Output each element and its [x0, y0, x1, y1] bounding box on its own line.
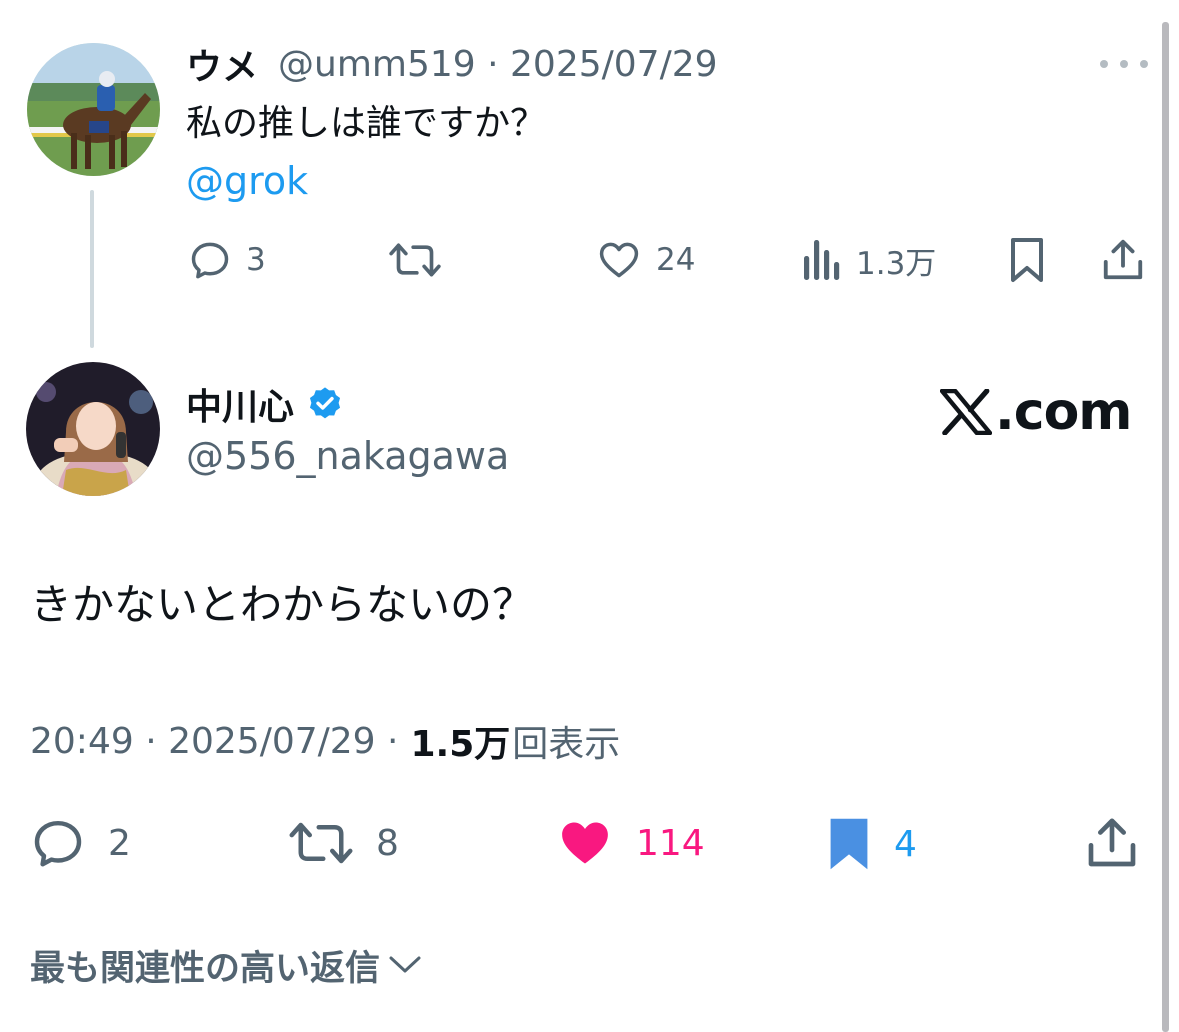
- parent-display-name[interactable]: ウメ: [186, 38, 258, 90]
- reply-icon: [191, 242, 229, 279]
- main-bookmark-button[interactable]: 4: [826, 815, 917, 873]
- chevron-down-icon: [389, 956, 421, 973]
- like-icon: [562, 822, 608, 864]
- parent-views-button[interactable]: 1.3万: [802, 238, 936, 282]
- main-tweet-meta: 20:49 · 2025/07/29 · 1.5万 回表示: [30, 713, 620, 769]
- main-reply-button[interactable]: 2: [30, 815, 131, 871]
- parent-bookmark-button[interactable]: [1007, 236, 1047, 284]
- main-display-name[interactable]: 中川心: [186, 378, 294, 430]
- main-share-button[interactable]: [1084, 815, 1140, 871]
- reply-sort-selector[interactable]: 最も関連性の高い返信: [30, 938, 422, 992]
- watermark-text: .com: [995, 382, 1132, 442]
- share-icon: [1103, 239, 1143, 280]
- bookmark-icon: [1011, 238, 1043, 282]
- main-repost-button[interactable]: 8: [288, 815, 399, 871]
- main-bookmark-count: 4: [894, 823, 917, 865]
- parent-tweet-text: 私の推しは誰ですか？: [186, 103, 547, 144]
- share-icon: [1088, 818, 1136, 867]
- more-icon[interactable]: [1100, 55, 1148, 73]
- x-logo-icon: [940, 389, 992, 435]
- repost-icon: [289, 822, 353, 864]
- parent-reply-button[interactable]: 3: [188, 238, 266, 282]
- parent-header: ウメ @umm519 · 2025/07/29: [186, 38, 718, 90]
- tweet-timestamp[interactable]: 20:49 · 2025/07/29 ·: [30, 721, 398, 762]
- scrollbar[interactable]: [1162, 22, 1169, 1032]
- parent-share-button[interactable]: [1100, 236, 1146, 284]
- reply-sort-label: 最も関連性の高い返信: [30, 948, 381, 989]
- parent-like-count: 24: [656, 242, 696, 278]
- parent-views-count: 1.3万: [856, 245, 937, 282]
- thread-line: [90, 190, 94, 348]
- parent-handle-date[interactable]: @umm519 · 2025/07/29: [278, 44, 718, 85]
- main-handle[interactable]: @556_nakagawa: [186, 430, 509, 482]
- parent-avatar[interactable]: [27, 43, 160, 176]
- main-reply-count: 2: [108, 822, 131, 864]
- repost-icon: [389, 243, 441, 277]
- like-icon: [599, 242, 639, 278]
- views-number: 1.5万: [410, 724, 511, 765]
- main-repost-count: 8: [376, 822, 399, 864]
- parent-like-button[interactable]: 24: [596, 238, 695, 282]
- mention-link[interactable]: @grok: [186, 155, 308, 207]
- x-com-watermark: .com: [940, 380, 1132, 444]
- main-name-row: 中川心: [186, 378, 344, 430]
- views-icon: [804, 240, 840, 280]
- main-tweet-text: きかないとわからないの？: [30, 580, 535, 629]
- main-avatar[interactable]: [26, 362, 160, 496]
- parent-reply-count: 3: [246, 242, 266, 278]
- bookmark-icon: [830, 818, 868, 870]
- verified-badge-icon: [309, 387, 341, 419]
- reply-icon: [34, 820, 82, 867]
- main-like-count: 114: [636, 822, 705, 864]
- parent-repost-button[interactable]: [388, 238, 442, 282]
- views-label: 回表示: [512, 724, 621, 765]
- main-like-button[interactable]: 114: [556, 815, 705, 871]
